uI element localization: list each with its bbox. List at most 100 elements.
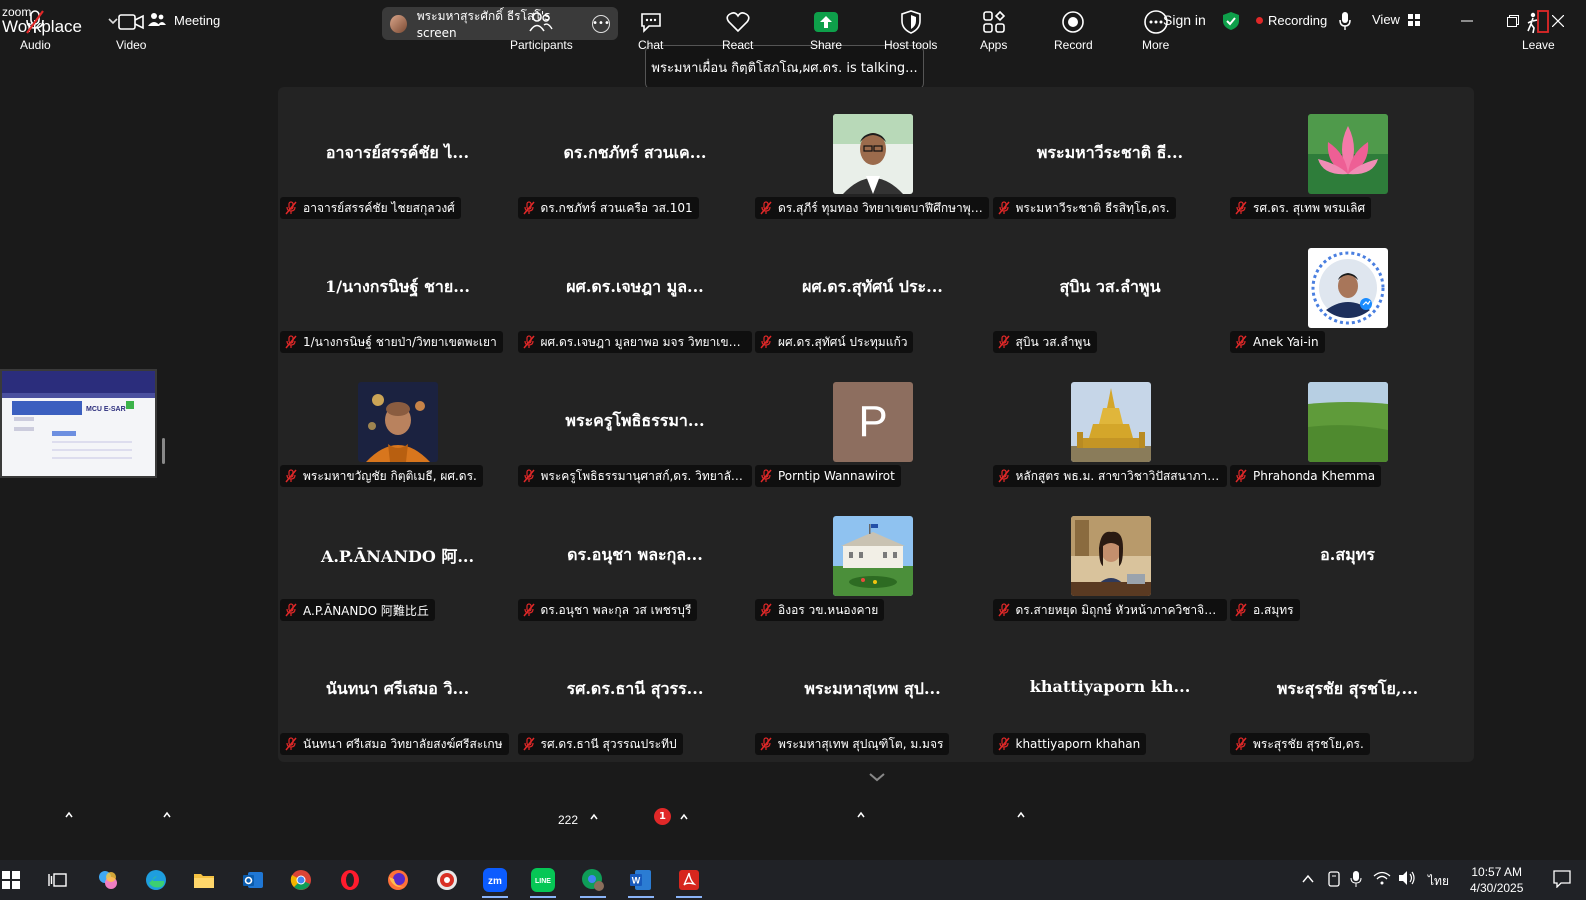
participant-tile[interactable]: อิงอร วข.หนองคาย [753,489,992,624]
participant-tile[interactable]: สุบิน วส.ลำพูน สุบิน วส.ลำพูน [991,221,1230,356]
participant-tile[interactable]: พระมหาวีระชาติ ธี... พระมหาวีระชาติ ธีรสิ… [991,87,1230,222]
chevron-up-icon[interactable] [1301,873,1315,885]
file-explorer-icon[interactable] [187,866,221,894]
participant-photo [1308,382,1388,462]
participant-tile[interactable]: รศ.ดร. สุเทพ พรมเลิศ [1228,87,1467,222]
speaker-icon[interactable] [1398,870,1416,886]
participant-tile[interactable]: A.P.ĀNANDO 阿... A.P.ĀNANDO 阿難比丘 [278,489,517,624]
outlook-icon[interactable] [236,866,270,894]
video-camera-icon [118,14,145,30]
acrobat-icon[interactable] [672,866,706,898]
chevron-up-icon[interactable] [589,812,599,822]
firefox-icon[interactable] [381,866,415,894]
chevron-up-icon[interactable] [162,810,172,820]
more-options-icon[interactable]: ••• [592,14,610,33]
microphone-icon[interactable] [1338,11,1352,31]
participant-tile[interactable]: ดร.สุภีร์ ทุมทอง วิทยาเขตบาฬีศึกษาพุทธโ.… [753,87,992,222]
wifi-icon[interactable] [1373,870,1391,886]
chrome-icon[interactable] [284,866,318,894]
input-language[interactable]: ไทย [1428,872,1449,891]
chevron-up-icon[interactable] [679,812,689,822]
participant-tile[interactable]: พระมหาสุเทพ สุป... พระมหาสุเทพ สุปณฺฑิโต,… [753,623,992,758]
participant-photo [833,516,913,596]
participant-tile[interactable]: Anek Yai-in [1228,221,1467,356]
sign-in-link[interactable]: Sign in [1163,12,1206,28]
record-button[interactable]: Record [1054,8,1093,52]
participant-name-tag: 1/นางกรนิษฐ์ ชายป่า/วิทยาเขตพะเยา [280,331,503,353]
microphone-icon[interactable] [1350,870,1362,888]
participant-tile[interactable]: หลักสูตร พธ.ม. สาขาวิชาวิปัสสนาภาวนา... [991,355,1230,490]
copilot-icon[interactable] [91,866,125,894]
meeting-button[interactable]: Meeting [148,12,220,28]
minimize-icon[interactable] [1457,11,1477,31]
word-icon[interactable]: W [624,866,658,898]
edge-browser-icon[interactable] [139,866,173,894]
device-icon[interactable] [1327,870,1341,888]
view-label: View [1372,12,1400,27]
muted-microphone-icon [285,603,297,617]
participant-tile[interactable]: P Porntip Wannawirot [753,355,992,490]
participant-name: A.P.ĀNANDO 阿難比丘 [303,603,429,618]
chrome-profile-icon[interactable] [576,866,610,898]
shield-check-icon[interactable] [1222,11,1240,31]
participant-display-name: ดร.อนุชา พละกุล... [567,545,703,564]
chat-button[interactable]: Chat [638,8,663,52]
chevron-up-icon[interactable] [64,810,74,820]
chevron-up-icon[interactable] [1016,810,1026,820]
participant-tile[interactable]: Phrahonda Khemma [1228,355,1467,490]
shared-screen-thumbnail[interactable]: MCU E-SAR [0,369,157,478]
zoom-app-icon[interactable]: zm [478,866,512,898]
participant-tile[interactable]: ดร.กชภัทร์ สวนเค... ดร.กชภัทร์ สวนเครือ ว… [516,87,755,222]
participant-tile[interactable]: พระครูโพธิธรรมา... พระครูโพธิธรรมานุศาสก์… [516,355,755,490]
participant-tile[interactable]: ดร.อนุชา พละกุล... ดร.อนุชา พละกุล วส เพช… [516,489,755,624]
participant-name: พระมหาขวัญชัย กิตฺติเมธี, ผศ.ดร. [303,468,477,483]
react-button[interactable]: React [722,8,753,52]
chevron-up-icon[interactable] [856,810,866,820]
system-clock[interactable]: 10:57 AM 4/30/2025 [1470,864,1523,896]
audio-button[interactable]: Audio [20,8,51,52]
share-button[interactable]: Share [810,8,842,52]
chevron-down-icon[interactable] [866,766,888,788]
restore-icon[interactable] [1503,11,1523,31]
participant-tile[interactable]: khattiyaporn kh... khattiyaporn khahan [991,623,1230,758]
participant-tile[interactable]: ดร.สายหยุด มิถุกษ์ หัวหน้าภาควิชาจิตวิท.… [991,489,1230,624]
apps-icon [982,10,1005,33]
preview-title: MCU E-SAR [86,406,126,413]
record-icon [1062,11,1085,33]
windows-start-icon[interactable] [0,866,28,894]
apps-button[interactable]: Apps [980,8,1007,52]
participant-name-tag: ดร.สุภีร์ ทุมทอง วิทยาเขตบาฬีศึกษาพุทธโ.… [755,197,989,219]
participant-tile[interactable]: อาจารย์สรรค์ชัย ไ... อาจารย์สรรค์ชัย ไชยส… [278,87,517,222]
opera-icon[interactable] [333,866,367,894]
participant-tile[interactable]: พระสุรชัย สุรชโย,... พระสุรชัย สุรชโย,ดร. [1228,623,1467,758]
view-button[interactable]: View [1372,12,1420,27]
muted-microphone-icon [760,335,772,349]
participant-tile[interactable]: พระมหาขวัญชัย กิตฺติเมธี, ผศ.ดร. [278,355,517,490]
participant-tile[interactable]: อ.สมุทร อ.สมุทร [1228,489,1467,624]
people-icon [148,13,166,26]
participants-button[interactable]: Participants [510,8,573,52]
recording-indicator[interactable]: Recording [1256,13,1327,28]
participant-name: 1/นางกรนิษฐ์ ชายป่า/วิทยาเขตพะเยา [303,334,497,349]
leave-button[interactable]: Leave [1522,8,1555,52]
participant-name-tag: khattiyaporn khahan [992,733,1147,755]
task-view-icon[interactable] [41,866,75,894]
muted-microphone-icon [522,469,535,483]
participant-name: สุบิน วส.ลำพูน [1015,334,1091,349]
notification-icon[interactable] [1553,870,1571,888]
host-tools-button[interactable]: Host tools [884,8,937,52]
chrome-app-icon[interactable] [430,866,464,894]
participant-tile[interactable]: ผศ.ดร.สุทัศน์ ประ... ผศ.ดร.สุทัศน์ ประทุม… [753,221,992,356]
line-app-icon[interactable]: LINE [526,866,560,898]
participant-display-name: รศ.ดร.ธานี สุวรร... [566,679,704,698]
participant-tile[interactable]: นันทนา ศรีเสมอ วิ... นันทนา ศรีเสมอ วิทยา… [278,623,517,758]
muted-microphone-icon [285,201,297,215]
drag-handle[interactable] [162,438,165,464]
participant-display-name: อ.สมุทร [1320,545,1375,564]
participant-tile[interactable]: รศ.ดร.ธานี สุวรร... รศ.ดร.ธานี สุวรรณประท… [516,623,755,758]
screen-share-indicator[interactable]: พระมหาสุระศักดิ์ ธีรโสโ's screen ••• [382,7,618,40]
more-button[interactable]: More [1142,8,1169,52]
video-button[interactable]: Video [116,8,146,52]
participant-tile[interactable]: ผศ.ดร.เจษฎา มูล... ผศ.ดร.เจษฎา มูลยาพอ มจ… [516,221,755,356]
participant-tile[interactable]: 1/นางกรนิษฐ์ ชาย... 1/นางกรนิษฐ์ ชายป่า/ว… [278,221,517,356]
